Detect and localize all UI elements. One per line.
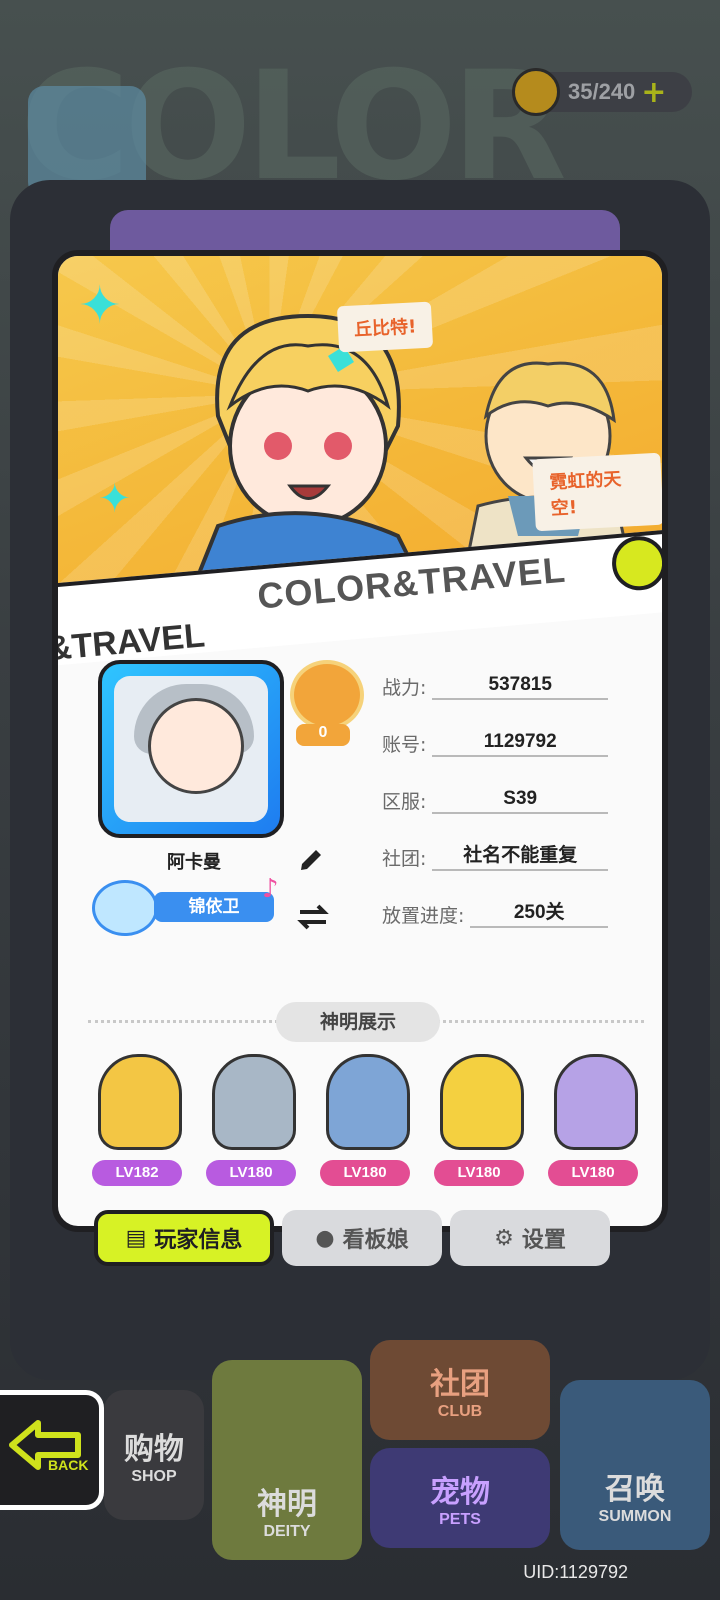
- stamina-coin-icon: [512, 68, 560, 116]
- deity-card[interactable]: LV182: [86, 1048, 188, 1188]
- stat-value: 1129792: [432, 731, 608, 757]
- stamina-counter[interactable]: 35/240 +: [512, 68, 692, 116]
- deity-card[interactable]: LV180: [314, 1048, 416, 1188]
- sparkle-icon: ✦: [98, 476, 132, 522]
- deity-figure: [554, 1054, 638, 1150]
- deity-level: LV182: [92, 1160, 182, 1186]
- switch-title-icon[interactable]: [296, 902, 330, 930]
- music-note-icon: ♪: [262, 874, 279, 904]
- deity-level: LV180: [434, 1160, 524, 1186]
- tab-mascot[interactable]: ● 看板娘: [282, 1210, 442, 1266]
- tab-label: 玩家信息: [154, 1228, 243, 1253]
- rank-badge-icon[interactable]: [290, 660, 364, 730]
- stat-row-progress: 放置进度: 250关: [382, 894, 608, 928]
- rank-count: 0: [296, 724, 350, 746]
- deity-showcase-header: 神明展示: [88, 1002, 644, 1042]
- stat-label: 社团:: [382, 848, 427, 870]
- user-id-label: UID:1129792: [523, 1562, 628, 1582]
- title-badge: 锦依卫 ♪: [92, 874, 292, 938]
- stat-row-club[interactable]: 社团: 社名不能重复: [382, 837, 608, 871]
- person-icon: ●: [315, 1225, 335, 1251]
- shop-button[interactable]: 购物 SHOP: [104, 1390, 204, 1520]
- ribbon-badge-icon: [609, 533, 662, 593]
- gear-icon: ⚙: [494, 1225, 514, 1251]
- tab-player-info[interactable]: ▤ 玩家信息: [94, 1210, 274, 1266]
- stat-value: 537815: [432, 674, 608, 700]
- deity-level: LV180: [320, 1160, 410, 1186]
- deity-figure: [98, 1054, 182, 1150]
- bottom-navigation: 购物 SHOP 神明 DEITY 社团 CLUB 宠物 PETS 召唤 SUMM…: [0, 1320, 720, 1600]
- sparkle-icon: ✦: [78, 276, 122, 336]
- player-info-card: ✦ ✦ 丘比特! 霓虹的天空! COLOR&TRAVEL &TRAVEL 0 阿…: [52, 250, 668, 1232]
- add-stamina-icon[interactable]: +: [641, 75, 666, 110]
- player-name: 阿卡曼: [167, 852, 221, 873]
- deity-figure: [212, 1054, 296, 1150]
- deity-button[interactable]: 神明 DEITY: [212, 1360, 362, 1560]
- back-button[interactable]: BACK: [0, 1390, 104, 1510]
- stat-label: 区服:: [382, 791, 427, 813]
- summon-button[interactable]: 召唤 SUMMON: [560, 1380, 710, 1550]
- stat-label: 战力:: [382, 677, 427, 699]
- speech-bubble: 霓虹的天空!: [532, 452, 662, 532]
- stat-value: S39: [432, 788, 608, 814]
- stat-label: 放置进度:: [382, 905, 465, 927]
- deity-showcase: LV182 LV180 LV180 LV180 LV180: [86, 1048, 646, 1188]
- deity-card[interactable]: LV180: [542, 1048, 644, 1188]
- deity-level: LV180: [548, 1160, 638, 1186]
- deity-showcase-title: 神明展示: [276, 1002, 440, 1042]
- stat-row-power: 战力: 537815: [382, 666, 608, 700]
- club-button[interactable]: 社团 CLUB: [370, 1340, 550, 1440]
- speech-bubble: 丘比特!: [336, 301, 434, 353]
- stat-label: 账号:: [382, 734, 427, 756]
- stat-value: 社名不能重复: [432, 840, 608, 871]
- deity-figure: [326, 1054, 410, 1150]
- tab-settings[interactable]: ⚙ 设置: [450, 1210, 610, 1266]
- stat-row-account: 账号: 1129792: [382, 723, 608, 757]
- tab-label: 设置: [521, 1228, 566, 1253]
- deity-card[interactable]: LV180: [200, 1048, 302, 1188]
- edit-name-icon[interactable]: [296, 842, 326, 872]
- stat-row-server: 区服: S39: [382, 780, 608, 814]
- deity-figure: [440, 1054, 524, 1150]
- deity-level: LV180: [206, 1160, 296, 1186]
- player-avatar[interactable]: [98, 660, 284, 838]
- tab-label: 看板娘: [342, 1228, 409, 1253]
- stamina-value: 35/240: [568, 79, 636, 104]
- title-mascot-icon: [92, 880, 158, 936]
- back-label: BACK: [48, 1457, 89, 1473]
- player-title: 锦依卫: [154, 892, 274, 922]
- stat-value: 250关: [470, 897, 608, 928]
- deity-card[interactable]: LV180: [428, 1048, 530, 1188]
- pets-button[interactable]: 宠物 PETS: [370, 1448, 550, 1548]
- info-doc-icon: ▤: [125, 1225, 147, 1251]
